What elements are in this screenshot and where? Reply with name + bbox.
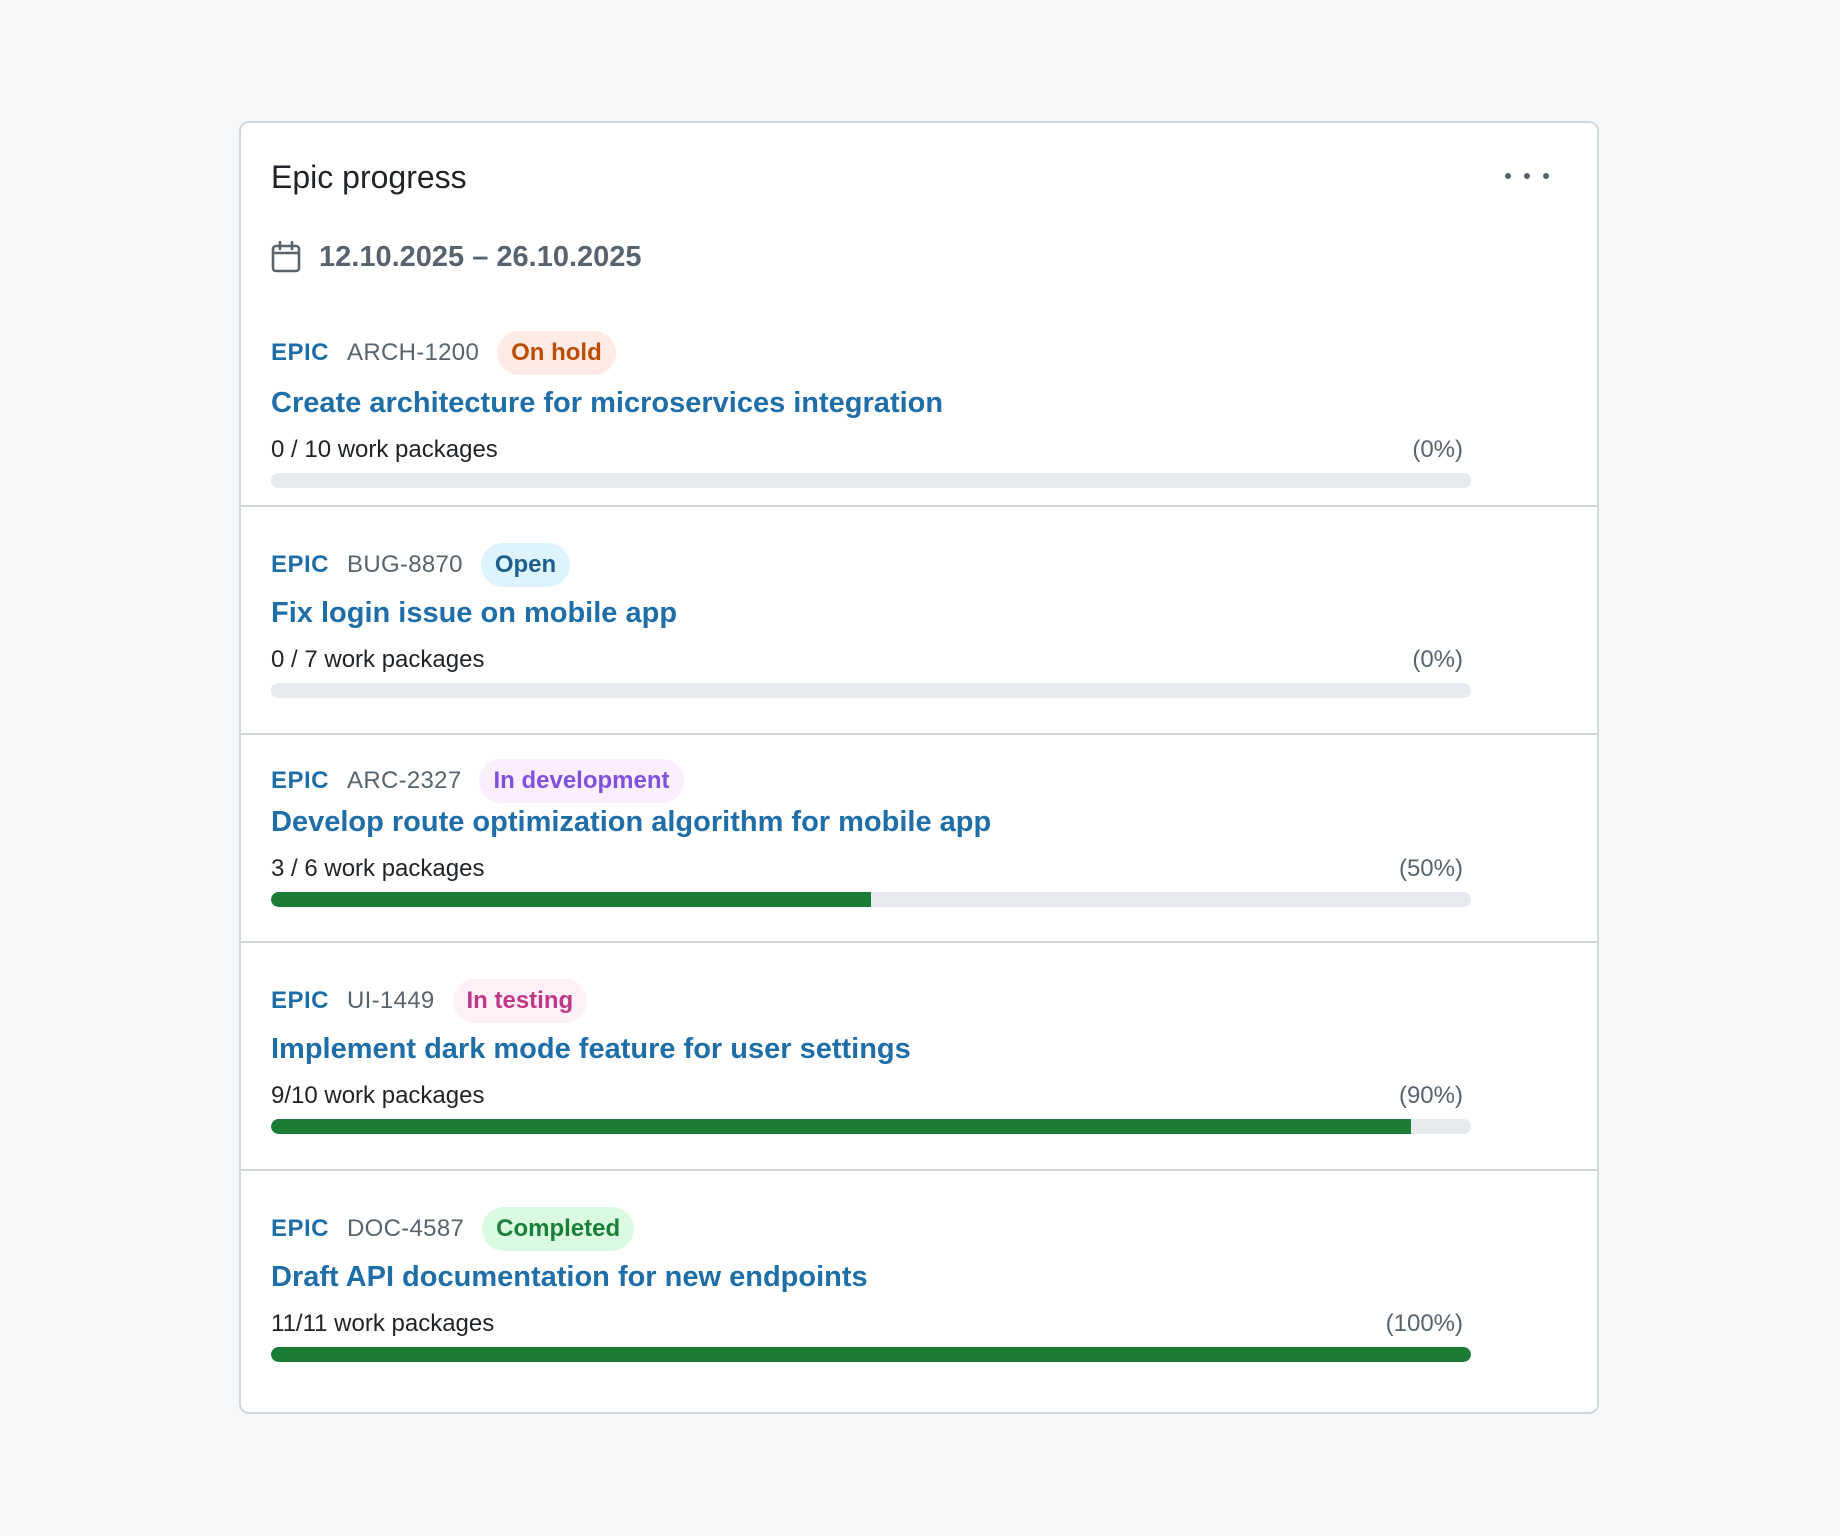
progress-percent: (0%) bbox=[1412, 436, 1463, 463]
work-packages-count: 0 / 10 work packages bbox=[271, 436, 498, 463]
status-badge: Open bbox=[480, 543, 571, 587]
epic-title-link[interactable]: Draft API documentation for new endpoint… bbox=[271, 1261, 868, 1294]
progress-bar-fill bbox=[271, 1347, 1471, 1362]
progress-bar-fill bbox=[271, 1119, 1411, 1134]
progress-percent: (90%) bbox=[1398, 1082, 1463, 1109]
widget-title: Epic progress bbox=[271, 159, 467, 195]
more-options-icon[interactable] bbox=[1505, 161, 1549, 191]
epic-id[interactable]: DOC-4587 bbox=[347, 1215, 464, 1243]
work-packages-count: 9/10 work packages bbox=[271, 1082, 485, 1109]
status-badge: On hold bbox=[497, 331, 616, 375]
epic-title-link[interactable]: Create architecture for microservices in… bbox=[271, 387, 943, 420]
epic-type-label: EPIC bbox=[271, 987, 330, 1014]
epic-id[interactable]: BUG-8870 bbox=[347, 551, 463, 579]
epic-item: EPIC ARCH-1200 On hold Create architecture … bbox=[241, 301, 1597, 505]
calendar-icon bbox=[271, 241, 301, 273]
progress-bar bbox=[271, 1119, 1471, 1134]
dot-icon bbox=[1505, 173, 1511, 179]
progress-bar bbox=[271, 473, 1471, 488]
work-packages-count: 3 / 6 work packages bbox=[271, 855, 485, 882]
widget-header: Epic progress bbox=[241, 123, 1597, 215]
epic-type-label: EPIC bbox=[271, 551, 330, 578]
progress-percent: (50%) bbox=[1398, 855, 1463, 882]
epic-title-link[interactable]: Fix login issue on mobile app bbox=[271, 597, 677, 630]
progress-bar bbox=[271, 1347, 1471, 1362]
epic-item: EPIC UI-1449 In testing Implement dark mode… bbox=[241, 941, 1597, 1169]
progress-bar-fill bbox=[271, 892, 871, 907]
status-badge: Completed bbox=[482, 1207, 635, 1251]
progress-bar bbox=[271, 892, 1471, 907]
progress-percent: (100%) bbox=[1385, 1310, 1463, 1337]
epic-list: EPIC ARCH-1200 On hold Create architecture … bbox=[241, 301, 1597, 1394]
epic-item: EPIC BUG-8870 Open Fix login issue on mobil… bbox=[241, 505, 1597, 733]
epic-title-link[interactable]: Develop route optimization algorithm for… bbox=[271, 806, 991, 839]
epic-id[interactable]: ARC-2327 bbox=[347, 767, 461, 795]
work-packages-count: 0 / 7 work packages bbox=[271, 646, 485, 673]
epic-id[interactable]: UI-1449 bbox=[347, 987, 434, 1015]
date-range-row: 12.10.2025 – 26.10.2025 bbox=[241, 215, 1597, 301]
status-badge: In development bbox=[479, 759, 684, 803]
work-packages-count: 11/11 work packages bbox=[271, 1310, 495, 1337]
date-range: 12.10.2025 – 26.10.2025 bbox=[319, 241, 642, 273]
epic-id[interactable]: ARCH-1200 bbox=[347, 339, 479, 367]
epic-item: EPIC DOC-4587 Completed Draft API documenta… bbox=[241, 1169, 1597, 1394]
epic-type-label: EPIC bbox=[271, 767, 330, 794]
epic-item: EPIC ARC-2327 In development Develop route … bbox=[241, 733, 1597, 941]
epic-title-link[interactable]: Implement dark mode feature for user set… bbox=[271, 1033, 911, 1066]
epic-meta: EPIC ARC-2327 In development bbox=[271, 759, 684, 803]
epic-meta: EPIC ARCH-1200 On hold bbox=[271, 331, 616, 375]
status-badge: In testing bbox=[452, 979, 588, 1023]
epic-meta: EPIC BUG-8870 Open bbox=[271, 543, 571, 587]
progress-bar bbox=[271, 683, 1471, 698]
progress-percent: (0%) bbox=[1412, 646, 1463, 673]
dot-icon bbox=[1543, 173, 1549, 179]
epic-meta: EPIC DOC-4587 Completed bbox=[271, 1207, 635, 1251]
epic-type-label: EPIC bbox=[271, 1215, 330, 1242]
epic-type-label: EPIC bbox=[271, 339, 330, 366]
epic-meta: EPIC UI-1449 In testing bbox=[271, 979, 588, 1023]
dot-icon bbox=[1524, 173, 1530, 179]
epic-progress-widget: Epic progress 12.10.2025 – 26.10.2025 EP… bbox=[239, 121, 1599, 1414]
